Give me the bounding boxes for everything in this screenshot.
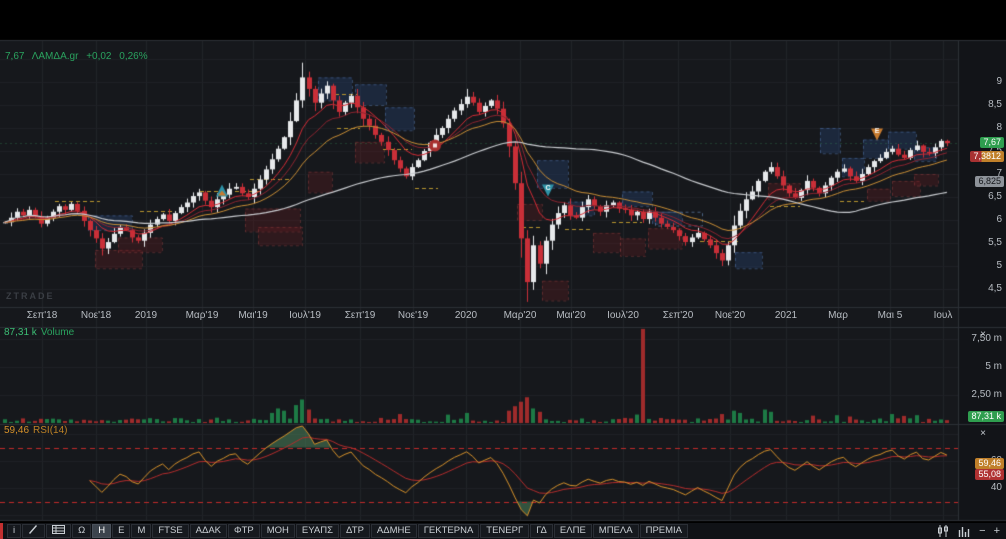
tab-ΜΟΗ[interactable]: ΜΟΗ xyxy=(261,524,295,538)
time-tick-label: Σεπ'18 xyxy=(27,311,58,321)
volume-histogram-button[interactable] xyxy=(958,525,971,537)
price-tick-label: 8,5 xyxy=(988,100,1002,110)
time-tick-label: Μαρ'19 xyxy=(186,311,219,321)
tab-ΔΤΡ[interactable]: ΔΤΡ xyxy=(340,524,370,538)
draw-button[interactable] xyxy=(22,524,45,538)
rsi-pane-close-button[interactable]: × xyxy=(977,428,989,440)
time-tick-label: Σεπ'19 xyxy=(345,311,376,321)
tab-ΠΡΕΜΙΑ[interactable]: ΠΡΕΜΙΑ xyxy=(640,524,688,538)
time-tick-label: Μαι'20 xyxy=(556,311,585,321)
time-tick-label: Ιουλ xyxy=(934,311,953,321)
price-axis[interactable]: 98,587,576,565,554,57,50 m5 m2,50 m6040 xyxy=(958,40,1006,520)
bottom-toolbar: i Ω ΗΕΜFTSEΑΔΑΚΦΤΡΜΟΗΕΥΑΠΣΔΤΡΑΔΜΗΕΓΕΚΤΕΡ… xyxy=(0,522,1006,539)
info-button[interactable]: i xyxy=(7,524,21,538)
connection-status-strip xyxy=(0,523,3,539)
price-tick-label: 7,5 xyxy=(988,146,1002,156)
tab-Ε[interactable]: Ε xyxy=(112,524,130,538)
price-tick-label: 9 xyxy=(996,77,1002,87)
tab-ΜΠΕΛΑ[interactable]: ΜΠΕΛΑ xyxy=(593,524,639,538)
price-tick-label: 6,5 xyxy=(988,192,1002,202)
omega-icon: Ω xyxy=(78,525,85,537)
chart-style-candles-button[interactable] xyxy=(937,525,950,537)
volume-pane-close-button[interactable]: × xyxy=(977,329,989,341)
time-tick-label: Νοε'19 xyxy=(398,311,428,321)
time-tick-label: Νοε'20 xyxy=(715,311,745,321)
volume-tick-label: 2,50 m xyxy=(971,390,1002,400)
plus-icon: + xyxy=(994,524,1000,539)
tab-ΦΤΡ[interactable]: ΦΤΡ xyxy=(228,524,260,538)
tab-Μ[interactable]: Μ xyxy=(131,524,151,538)
volume-tick-label: 5 m xyxy=(985,362,1002,372)
tab-ΕΛΠΕ[interactable]: ΕΛΠΕ xyxy=(554,524,592,538)
rsi-tick-label: 40 xyxy=(991,483,1002,493)
watchlist-button[interactable] xyxy=(46,524,71,538)
zoom-out-button[interactable]: − xyxy=(979,524,985,539)
price-tick-label: 8 xyxy=(996,123,1002,133)
zoom-in-button[interactable]: + xyxy=(994,524,1000,539)
tab-ΓΔ[interactable]: ΓΔ xyxy=(530,524,553,538)
bar-chart-icon xyxy=(958,525,971,537)
price-tick-label: 5,5 xyxy=(988,238,1002,248)
time-tick-label: Νοε'18 xyxy=(81,311,111,321)
price-tick-label: 7 xyxy=(996,169,1002,179)
price-tick-label: 6 xyxy=(996,215,1002,225)
candle-chart-icon xyxy=(937,525,950,537)
tab-Η[interactable]: Η xyxy=(92,524,111,538)
time-tick-label: Μαι 5 xyxy=(878,311,903,321)
time-tick-label: 2019 xyxy=(135,311,157,321)
tab-ΑΔΑΚ[interactable]: ΑΔΑΚ xyxy=(190,524,227,538)
toolbar-right-group: − + xyxy=(937,523,1006,539)
rsi-tick-label: 60 xyxy=(991,456,1002,466)
info-icon: i xyxy=(13,525,15,537)
minus-icon: − xyxy=(979,524,985,539)
price-tick-label: 4,5 xyxy=(988,284,1002,294)
pencil-icon xyxy=(28,524,39,539)
time-tick-label: Ιουλ'19 xyxy=(289,311,321,321)
time-tick-label: Σεπ'20 xyxy=(663,311,694,321)
close-icon: × xyxy=(980,428,986,439)
tab-FTSE[interactable]: FTSE xyxy=(152,524,188,538)
time-tick-label: Μαρ xyxy=(828,311,848,321)
time-tick-label: Ιουλ'20 xyxy=(607,311,639,321)
time-axis[interactable]: Σεπ'18 Νοε'18 2019 Μαρ'19 Μαι'19 Ιουλ'19 Σεπ'1… xyxy=(0,309,958,325)
price-tick-label: 5 xyxy=(996,261,1002,271)
symbol-tabs: ΗΕΜFTSEΑΔΑΚΦΤΡΜΟΗΕΥΑΠΣΔΤΡΑΔΜΗΕΓΕΚΤΕΡΝΑΤΕ… xyxy=(92,523,689,539)
time-tick-label: Μαι'19 xyxy=(238,311,267,321)
close-icon: × xyxy=(980,329,986,340)
trading-chart-window: 7,67 ΛΑΜΔΑ.gr +0,02 0,26% ZTRADE 87,31 k… xyxy=(0,0,1006,539)
tab-ΤΕΝΕΡΓ[interactable]: ΤΕΝΕΡΓ xyxy=(480,524,529,538)
omega-button[interactable]: Ω xyxy=(72,524,91,538)
time-tick-label: 2021 xyxy=(775,311,797,321)
grid-icon xyxy=(52,525,65,538)
time-tick-label: Μαρ'20 xyxy=(504,311,537,321)
time-tick-label: 2020 xyxy=(455,311,477,321)
tab-ΕΥΑΠΣ[interactable]: ΕΥΑΠΣ xyxy=(296,524,339,538)
price-chart-canvas[interactable] xyxy=(0,0,1006,539)
tab-ΓΕΚΤΕΡΝΑ[interactable]: ΓΕΚΤΕΡΝΑ xyxy=(418,524,480,538)
tab-ΑΔΜΗΕ[interactable]: ΑΔΜΗΕ xyxy=(371,524,417,538)
